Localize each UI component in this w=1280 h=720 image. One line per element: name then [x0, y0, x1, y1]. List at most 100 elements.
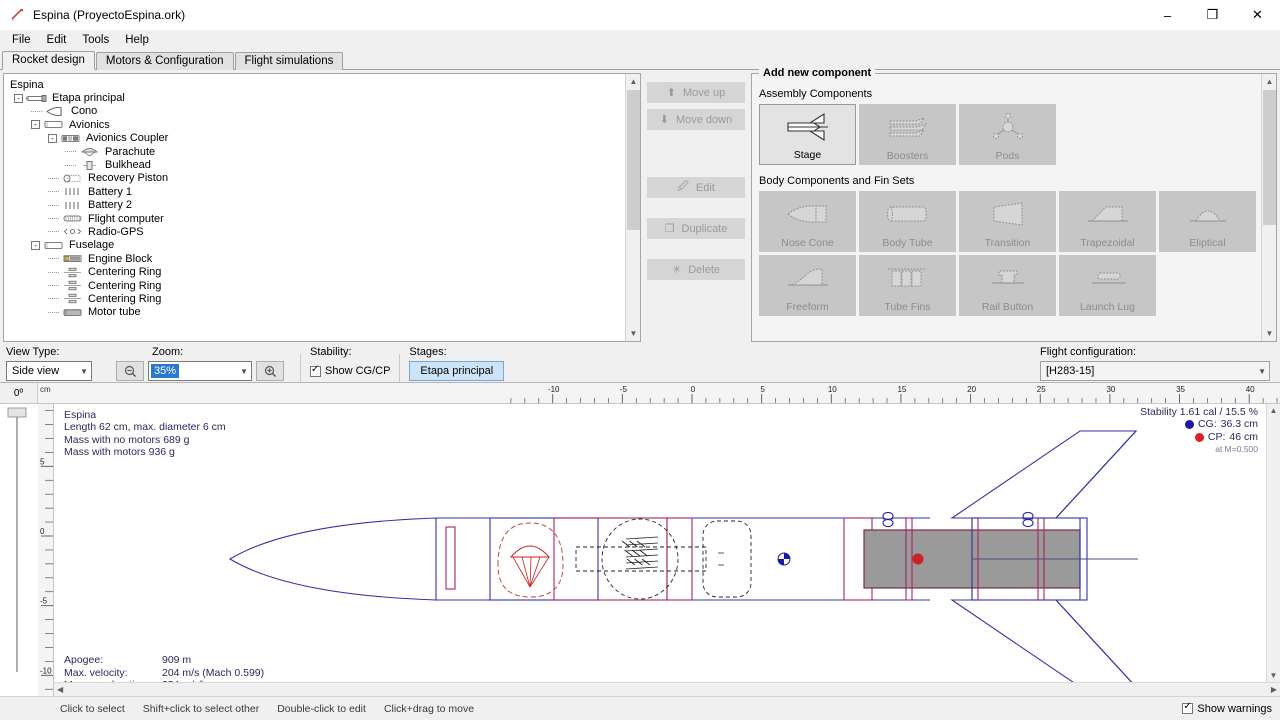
tree-item-radio-gps[interactable]: Radio-GPS [10, 225, 640, 238]
tree-expander-icon[interactable]: - [14, 93, 23, 103]
tree-scroll-down-icon[interactable]: ▼ [626, 326, 641, 341]
design-horizontal-scrollbar[interactable]: ◀ ▶ [54, 682, 1280, 696]
tree-scrollbar[interactable]: ▲ ▼ [625, 74, 640, 341]
bodytube-icon [859, 191, 956, 237]
component-tree[interactable]: Espina - Etapa principal Cono - Avionics - Avio… [4, 74, 640, 341]
flight-config-select[interactable]: [H283-15] ▼ [1040, 361, 1270, 381]
tab-flight-simulations[interactable]: Flight simulations [234, 52, 344, 70]
tab-rocket-design[interactable]: Rocket design [2, 51, 95, 70]
tree-item-label: Cono [71, 105, 98, 118]
minimize-button[interactable]: – [1145, 0, 1190, 30]
move-up-button[interactable]: ⬆ Move up [647, 82, 745, 103]
tree-expander-icon[interactable]: - [31, 120, 40, 130]
add-nose-cone-button[interactable]: Nose Cone [759, 191, 856, 252]
rotation-indicator[interactable]: 0º [0, 383, 38, 404]
status-bar: Click to select Shift+click to select ot… [0, 696, 1280, 720]
rocket-canvas[interactable]: Espina Length 62 cm, max. diameter 6 cm … [54, 404, 1280, 696]
edit-label: Edit [695, 181, 715, 194]
add-body-tube-button[interactable]: Body Tube [859, 191, 956, 252]
move-down-button[interactable]: ⬇ Move down [647, 109, 745, 130]
add-eliptical-button[interactable]: Eliptical [1159, 191, 1256, 252]
stage-button-etapa-principal[interactable]: Etapa principal [409, 361, 505, 381]
show-cgcp-checkbox[interactable] [310, 364, 321, 377]
window-title: Espina (ProyectoEspina.ork) [33, 8, 186, 22]
design-vertical-scrollbar[interactable]: ▲ ▼ [1266, 404, 1280, 682]
horizontal-ruler[interactable]: cm -10 -5 0 5 10 15 20 25 30 35 40 [38, 383, 1280, 404]
view-type-select[interactable]: Side view ▼ [6, 361, 92, 381]
chevron-down-icon: ▼ [1258, 366, 1266, 376]
add-transition-button[interactable]: Transition [959, 191, 1056, 252]
tree-item-label: Centering Ring [88, 292, 162, 305]
tree-item-engine-block[interactable]: Engine Block [10, 252, 640, 265]
add-stage-button[interactable]: Stage [759, 104, 856, 165]
nosecone-icon [45, 106, 67, 117]
component-button-label: Stage [793, 149, 822, 161]
tree-item-battery-1[interactable]: Battery 1 [10, 185, 640, 198]
tree-item-recovery-piston[interactable]: Recovery Piston [10, 172, 640, 185]
edit-button[interactable]: 🖉 Edit [647, 177, 745, 198]
add-trapezoidal-button[interactable]: Trapezoidal [1059, 191, 1156, 252]
close-button[interactable]: ✕ [1235, 0, 1280, 30]
vruler-tick-label: 0 [40, 527, 45, 536]
add-boosters-button[interactable]: Boosters [859, 104, 956, 165]
tree-item-fuselage[interactable]: - Fuselage [10, 239, 640, 252]
chevron-left-icon[interactable]: ◀ [57, 685, 63, 694]
add-scroll-down-icon[interactable]: ▼ [1262, 326, 1277, 341]
tree-scroll-thumb[interactable] [627, 90, 640, 230]
zoom-out-button[interactable] [116, 361, 144, 381]
add-scroll-up-icon[interactable]: ▲ [1262, 74, 1277, 89]
component-grid: Nose Cone Body Tube Transition Trapezoidal E… [759, 191, 1276, 252]
ruler-unit-label: cm [40, 385, 51, 394]
tree-scroll-up-icon[interactable]: ▲ [626, 74, 641, 89]
add-scroll-thumb[interactable] [1263, 90, 1276, 225]
tree-item-cono[interactable]: Cono [10, 105, 640, 118]
tree-leaf-connector [48, 231, 59, 233]
tree-item-bulkhead[interactable]: Bulkhead [10, 158, 640, 171]
delete-button[interactable]: ✳ Delete [647, 259, 745, 280]
menu-tools[interactable]: Tools [74, 32, 117, 48]
tree-root[interactable]: Espina [10, 78, 640, 91]
tree-leaf-connector [48, 285, 59, 287]
add-component-scrollbar[interactable]: ▲ ▼ [1261, 74, 1276, 341]
flight-config-group: Flight configuration: [H283-15] ▼ [1040, 346, 1270, 381]
design-scroll-up-icon[interactable]: ▲ [1270, 406, 1278, 415]
tree-item-battery-2[interactable]: Battery 2 [10, 199, 640, 212]
cg-marker-icon [1184, 420, 1194, 430]
zoom-select[interactable]: 35% ▼ [148, 361, 252, 381]
add-rail-button-button[interactable]: Rail Button [959, 255, 1056, 316]
add-freeform-button[interactable]: Freeform [759, 255, 856, 316]
tab-motors-configuration[interactable]: Motors & Configuration [95, 52, 234, 70]
tree-item-flight-computer[interactable]: Flight computer [10, 212, 640, 225]
zoom-in-button[interactable] [256, 361, 284, 381]
coupler-icon [60, 133, 82, 144]
menu-help[interactable]: Help [117, 32, 157, 48]
show-warnings-checkbox[interactable] [1182, 701, 1194, 714]
tree-item-etapa-principal[interactable]: - Etapa principal [10, 91, 640, 104]
duplicate-button[interactable]: ❐ Duplicate [647, 218, 745, 239]
tree-expander-icon[interactable]: - [31, 240, 40, 250]
transmitter-icon [62, 226, 84, 237]
maximize-button[interactable]: ❐ [1190, 0, 1235, 30]
vertical-ruler[interactable]: 5 0 -5 -10 [38, 404, 54, 696]
add-launch-lug-button[interactable]: Launch Lug [1059, 255, 1156, 316]
menu-edit[interactable]: Edit [39, 32, 75, 48]
tree-item-centering-ring[interactable]: Centering Ring [10, 265, 640, 278]
upper-area: Espina - Etapa principal Cono - Avionics - Avio… [0, 67, 1280, 342]
duplicate-label: Duplicate [681, 222, 728, 235]
menu-file[interactable]: File [4, 32, 39, 48]
rotation-slider[interactable] [6, 407, 28, 672]
tree-item-centering-ring[interactable]: Centering Ring [10, 279, 640, 292]
add-tube-fins-button[interactable]: Tube Fins [859, 255, 956, 316]
add-pods-button[interactable]: Pods [959, 104, 1056, 165]
tree-item-parachute[interactable]: Parachute [10, 145, 640, 158]
tree-item-motor-tube[interactable]: Motor tube [10, 306, 640, 319]
ruler-tick-label: 20 [967, 385, 976, 394]
tree-item-avionics[interactable]: - Avionics [10, 118, 640, 131]
design-scroll-down-icon[interactable]: ▼ [1270, 671, 1278, 680]
chevron-right-icon[interactable]: ▶ [1271, 685, 1277, 694]
tree-leaf-connector [48, 271, 59, 273]
tree-expander-icon[interactable]: - [48, 133, 57, 143]
arrow-up-icon: ⬆ [666, 87, 676, 99]
tree-item-centering-ring[interactable]: Centering Ring [10, 292, 640, 305]
tree-item-avionics-coupler[interactable]: - Avionics Coupler [10, 132, 640, 145]
